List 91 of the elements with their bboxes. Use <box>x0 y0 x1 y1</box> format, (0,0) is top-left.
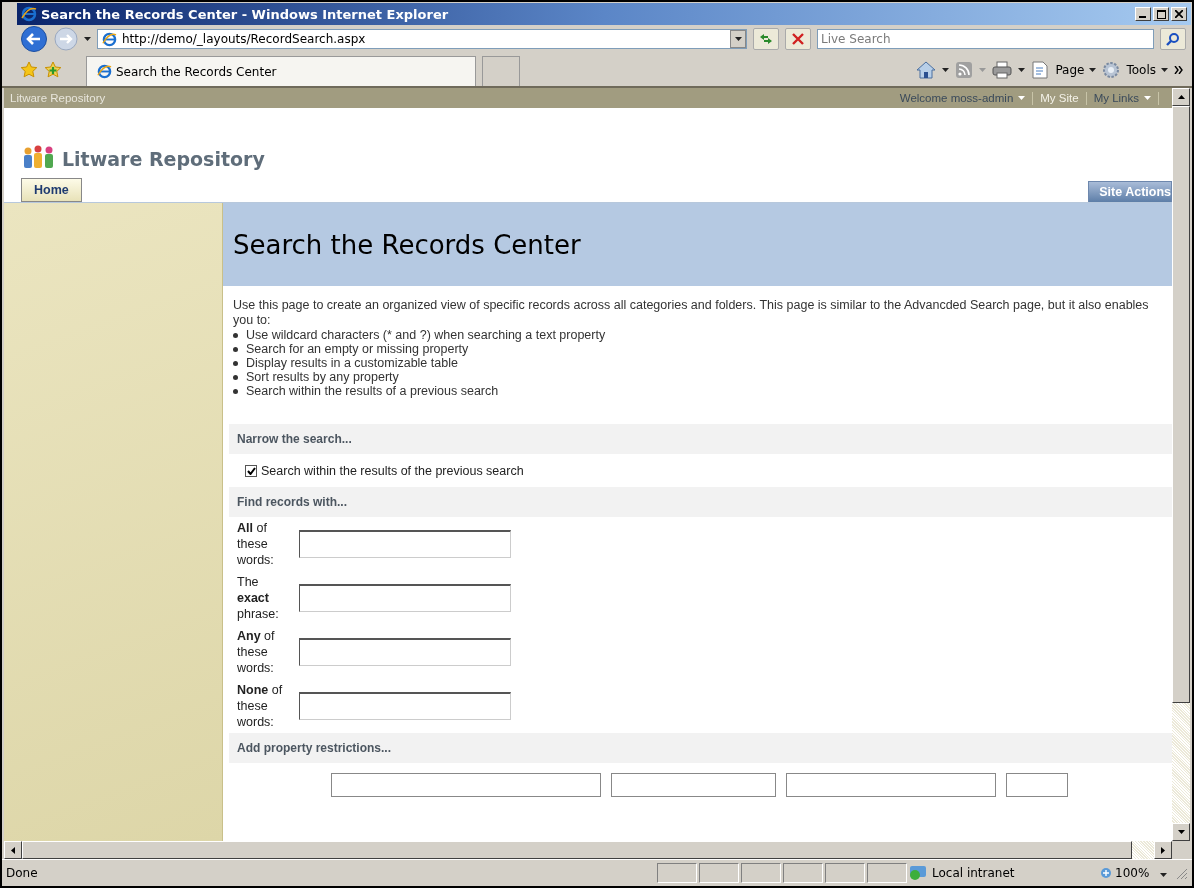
list-item: Use wildcard characters (* and ?) when searching a text property <box>246 328 606 342</box>
security-zone: Local intranet <box>932 866 1015 880</box>
section-heading: Add property restrictions... <box>237 741 392 755</box>
favorites-star-icon[interactable] <box>20 60 38 79</box>
status-panel <box>825 863 865 883</box>
scroll-up-button[interactable] <box>1172 88 1190 106</box>
caret-icon <box>1018 96 1026 100</box>
status-panel <box>699 863 739 883</box>
status-panel <box>741 863 781 883</box>
search-icon <box>1166 32 1180 46</box>
up-arrow-icon <box>1177 95 1185 99</box>
intro-text: Use this page to create an organized view of specific records across all categories and folders. This page is similar to the Advancded Search page, but it also enables you to: <box>232 297 1150 328</box>
input-field[interactable] <box>299 638 511 666</box>
field-label: All of these words: <box>237 520 275 568</box>
input-field[interactable] <box>299 692 511 720</box>
checkbox[interactable] <box>245 464 257 477</box>
checkmark-icon <box>246 466 256 475</box>
caret-icon <box>84 37 91 41</box>
nav-tab[interactable]: Home <box>21 178 82 202</box>
bullet-icon <box>233 389 238 394</box>
back-icon[interactable] <box>20 25 48 53</box>
bullet-icon <box>233 333 238 338</box>
caret-icon <box>1018 67 1026 72</box>
status-panel <box>867 863 907 883</box>
section-heading: Find records with... <box>237 495 347 509</box>
people-logo-icon <box>22 144 56 170</box>
caret-icon <box>979 67 987 72</box>
dropdown-field[interactable] <box>611 773 776 797</box>
search-field[interactable]: Live Search <box>817 29 1154 49</box>
right-arrow-icon <box>1161 846 1165 854</box>
input-field[interactable] <box>299 530 511 558</box>
refresh-icon <box>758 32 774 46</box>
caret-icon <box>942 67 950 72</box>
refresh-button[interactable] <box>753 28 779 50</box>
scrollbar-thumb[interactable] <box>22 841 1132 859</box>
browser-logo-icon <box>21 6 37 22</box>
page-title: Search the Records Center <box>233 229 581 260</box>
dropdown-field[interactable] <box>1006 773 1068 797</box>
caret-icon <box>1144 96 1151 100</box>
close-button[interactable] <box>1171 7 1187 21</box>
dropdown-button[interactable] <box>730 30 746 48</box>
home-icon[interactable] <box>916 60 937 79</box>
search-button[interactable] <box>1160 28 1186 50</box>
resize-grip-icon[interactable] <box>1174 866 1188 880</box>
list-item: Sort results by any property <box>246 370 399 384</box>
caret-icon <box>1160 873 1168 877</box>
status-panel <box>657 863 697 883</box>
status-text: Done <box>6 866 39 880</box>
list-item: Display results in a customizable table <box>246 356 458 370</box>
command-button[interactable]: Tools <box>1126 62 1168 77</box>
caret-icon <box>734 37 742 41</box>
bullet-icon <box>233 361 238 366</box>
input-field[interactable] <box>786 773 996 797</box>
site-title: Litware Repository <box>62 148 265 170</box>
close-icon <box>1175 10 1183 18</box>
scroll-right-button[interactable] <box>1154 841 1172 859</box>
printer-icon[interactable] <box>992 60 1013 79</box>
stop-button[interactable] <box>785 28 811 50</box>
field-label: None of these words: <box>237 682 284 730</box>
maximize-icon <box>1156 9 1166 19</box>
scrollbar-thumb[interactable] <box>1172 106 1190 703</box>
bullet-icon <box>233 347 238 352</box>
caret-icon <box>1161 67 1168 72</box>
magnifier-icon <box>1100 867 1112 879</box>
scroll-left-button[interactable] <box>4 841 22 859</box>
bullet-icon <box>233 375 238 380</box>
zoom-button[interactable]: 100% <box>1094 865 1174 881</box>
caret-icon <box>1089 67 1097 72</box>
address-field[interactable]: http://demo/_layouts/RecordSearch.aspx <box>97 29 747 49</box>
field-label: The exact phrase: <box>237 574 280 622</box>
scroll-down-button[interactable] <box>1172 823 1190 841</box>
list-item: Search within the results of a previous search <box>246 384 499 398</box>
close-icon <box>792 33 804 45</box>
browser-tab[interactable]: Search the Records Center <box>86 56 476 86</box>
gear-icon <box>1102 60 1121 79</box>
field-label: Any of these words: <box>237 628 276 676</box>
status-panel <box>783 863 823 883</box>
command-button[interactable]: Page <box>1055 62 1097 77</box>
minimize-button[interactable] <box>1135 7 1151 21</box>
window-title: Search the Records Center - Windows Internet Explorer <box>41 6 450 22</box>
checkbox-label: Search within the results of the previous search <box>261 463 524 478</box>
input-field[interactable] <box>299 584 511 612</box>
left-arrow-icon <box>11 846 15 854</box>
section-heading: Narrow the search... <box>237 432 352 446</box>
list-item: Search for an empty or missing property <box>246 342 469 356</box>
more-icon[interactable] <box>1174 65 1184 74</box>
browser-logo-icon <box>97 64 112 79</box>
down-arrow-icon <box>1177 830 1185 834</box>
maximize-button[interactable] <box>1153 7 1169 21</box>
dropdown-field[interactable] <box>331 773 601 797</box>
feed-icon[interactable] <box>955 60 974 79</box>
